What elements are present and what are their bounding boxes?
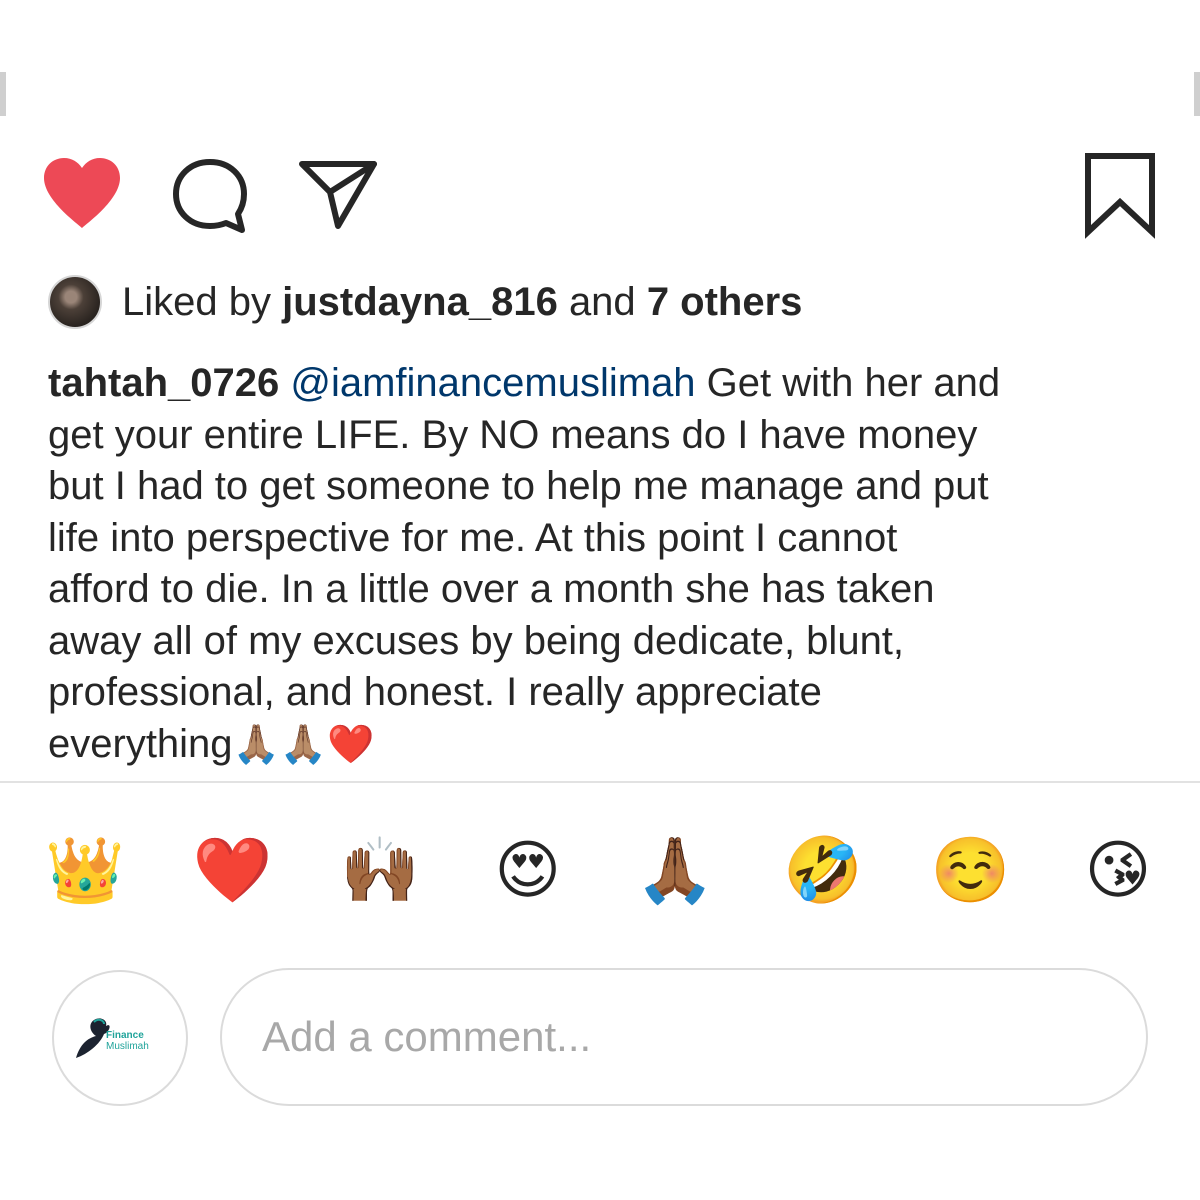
reaction-crown-emoji[interactable]: 👑 (44, 825, 126, 915)
logo-line2: Muslimah (106, 1041, 149, 1052)
reaction-heart-eyes-emoji[interactable]: 😍 (487, 825, 569, 915)
right-edge-marker (1194, 72, 1200, 116)
likes-conjunction: and (568, 280, 636, 324)
reaction-folded-hands-emoji[interactable]: 🙏🏾 (634, 825, 716, 915)
caption-username[interactable]: tahtah_0726 (48, 361, 279, 405)
reaction-kissing-emoji[interactable]: 😘 (1077, 825, 1159, 915)
reaction-heart-emoji[interactable]: ❤️ (192, 825, 274, 915)
user-avatar[interactable]: Finance Muslimah (52, 970, 188, 1106)
like-button[interactable] (40, 156, 124, 232)
heart-filled-icon (44, 158, 120, 228)
paper-plane-icon (299, 161, 377, 229)
likes-summary[interactable]: Liked by justdayna_816 and 7 others (48, 274, 802, 330)
left-edge-marker (0, 72, 6, 116)
logo-line1: Finance (106, 1030, 144, 1041)
comment-composer: Finance Muslimah (52, 966, 1148, 1110)
reaction-rofl-emoji[interactable]: 🤣 (782, 825, 864, 915)
caption-text: Get with her and get your entire LIFE. B… (48, 361, 1001, 766)
section-divider (0, 781, 1200, 783)
post-action-bar (40, 150, 1160, 240)
likes-text: Liked by justdayna_816 and 7 others (122, 274, 802, 330)
caption-mention[interactable]: @iamfinancemuslimah (290, 361, 695, 405)
bookmark-icon (1085, 153, 1155, 239)
speech-bubble-icon (173, 159, 247, 233)
reaction-smiling-emoji[interactable]: ☺️ (929, 825, 1011, 915)
post-detail: Liked by justdayna_816 and 7 others taht… (0, 0, 1200, 1200)
share-button[interactable] (296, 156, 380, 232)
post-caption: tahtah_0726 @iamfinancemuslimah Get with… (48, 358, 1158, 771)
reaction-raised-hands-emoji[interactable]: 🙌🏾 (339, 825, 421, 915)
likes-others[interactable]: 7 others (647, 280, 803, 324)
caption-emojis: 🙏🏽🙏🏽❤️ (232, 723, 375, 766)
likes-prefix: Liked by (122, 280, 271, 324)
liker-username[interactable]: justdayna_816 (282, 280, 558, 324)
finance-muslimah-logo: Finance Muslimah (76, 1018, 149, 1058)
comment-button[interactable] (168, 156, 252, 236)
save-button[interactable] (1080, 150, 1160, 240)
comment-input[interactable] (220, 968, 1148, 1106)
liker-avatar[interactable] (48, 275, 102, 329)
quick-reaction-bar: 👑 ❤️ 🙌🏾 😍 🙏🏾 🤣 ☺️ 😘 (44, 820, 1159, 920)
